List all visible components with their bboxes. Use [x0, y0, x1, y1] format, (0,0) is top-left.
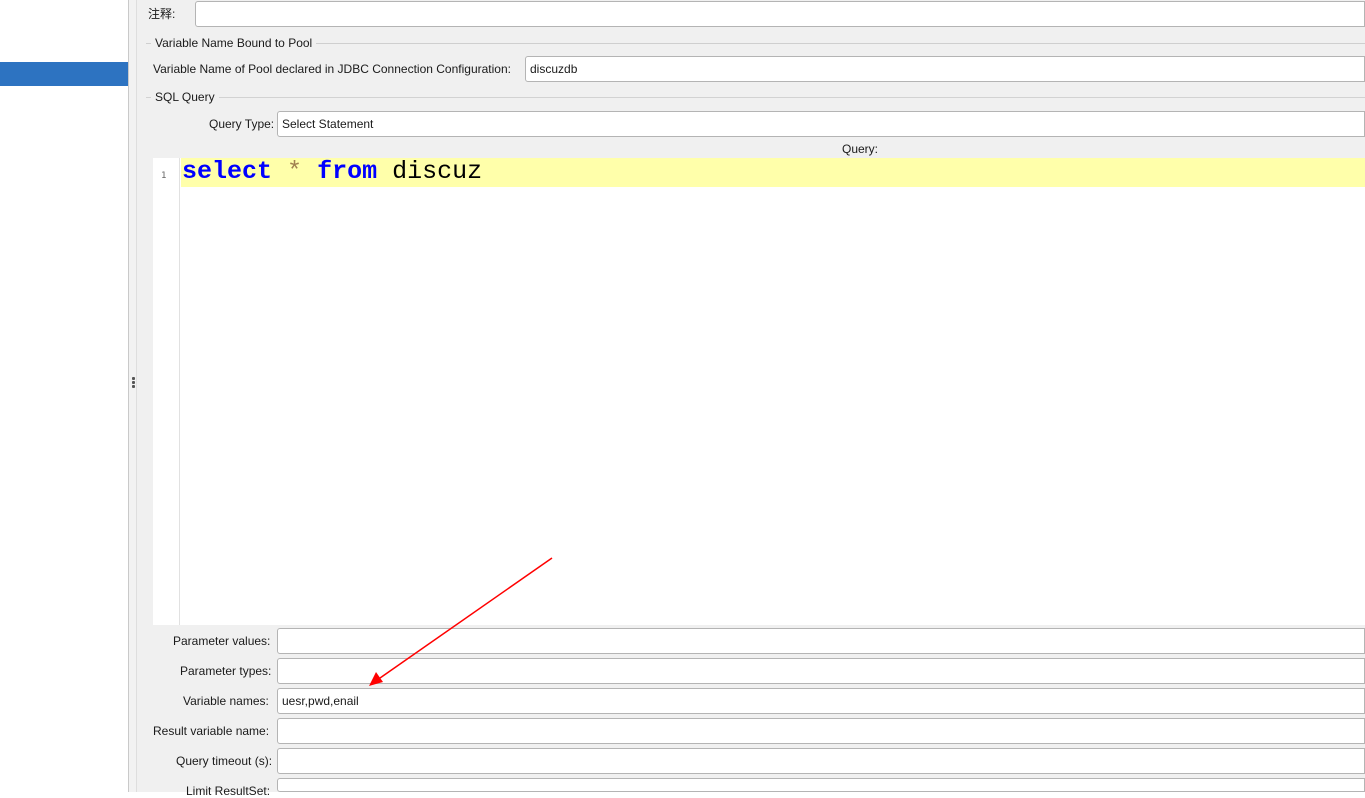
- pool-name-label: Variable Name of Pool declared in JDBC C…: [153, 62, 511, 76]
- pool-section-title: Variable Name Bound to Pool: [151, 36, 317, 50]
- grip-dot-icon: [132, 385, 135, 388]
- line-number: 1: [161, 171, 167, 181]
- limit-resultset-input[interactable]: [277, 778, 1365, 792]
- grip-dot-icon: [132, 377, 135, 380]
- pool-name-input[interactable]: discuzdb: [525, 56, 1365, 82]
- variable-names-input[interactable]: uesr,pwd,enail: [277, 688, 1365, 714]
- variable-names-label: Variable names:: [183, 694, 269, 708]
- query-type-select[interactable]: Select Statement: [277, 111, 1365, 137]
- operator-star: *: [287, 157, 303, 186]
- parameter-values-input[interactable]: [277, 628, 1365, 654]
- keyword-from: from: [317, 157, 378, 186]
- query-timeout-label: Query timeout (s):: [176, 754, 273, 768]
- comment-label: 注释:: [148, 7, 176, 21]
- pool-section-border: [146, 43, 1365, 44]
- query-label: Query:: [842, 142, 879, 156]
- table-name: discuz: [392, 157, 483, 186]
- query-timeout-input[interactable]: [277, 748, 1365, 774]
- sql-section-title: SQL Query: [151, 90, 219, 104]
- query-code-line[interactable]: select * from discuz: [182, 158, 482, 187]
- split-pane-divider[interactable]: [128, 0, 137, 792]
- tree-selected-item[interactable]: [0, 62, 128, 86]
- sql-section-border: [146, 97, 1365, 98]
- keyword-select: select: [182, 157, 273, 186]
- result-variable-label: Result variable name:: [153, 724, 270, 738]
- sql-query-editor[interactable]: 1 select * from discuz: [153, 158, 1365, 625]
- grip-dot-icon: [132, 381, 135, 384]
- line-number-gutter: 1: [153, 158, 180, 625]
- parameter-types-label: Parameter types:: [180, 664, 272, 678]
- test-plan-tree: [0, 0, 128, 792]
- query-type-label: Query Type:: [209, 117, 275, 131]
- comment-input[interactable]: [195, 1, 1365, 27]
- parameter-types-input[interactable]: [277, 658, 1365, 684]
- parameter-values-label: Parameter values:: [173, 634, 271, 648]
- limit-resultset-label: Limit ResultSet:: [186, 784, 271, 798]
- result-variable-input[interactable]: [277, 718, 1365, 744]
